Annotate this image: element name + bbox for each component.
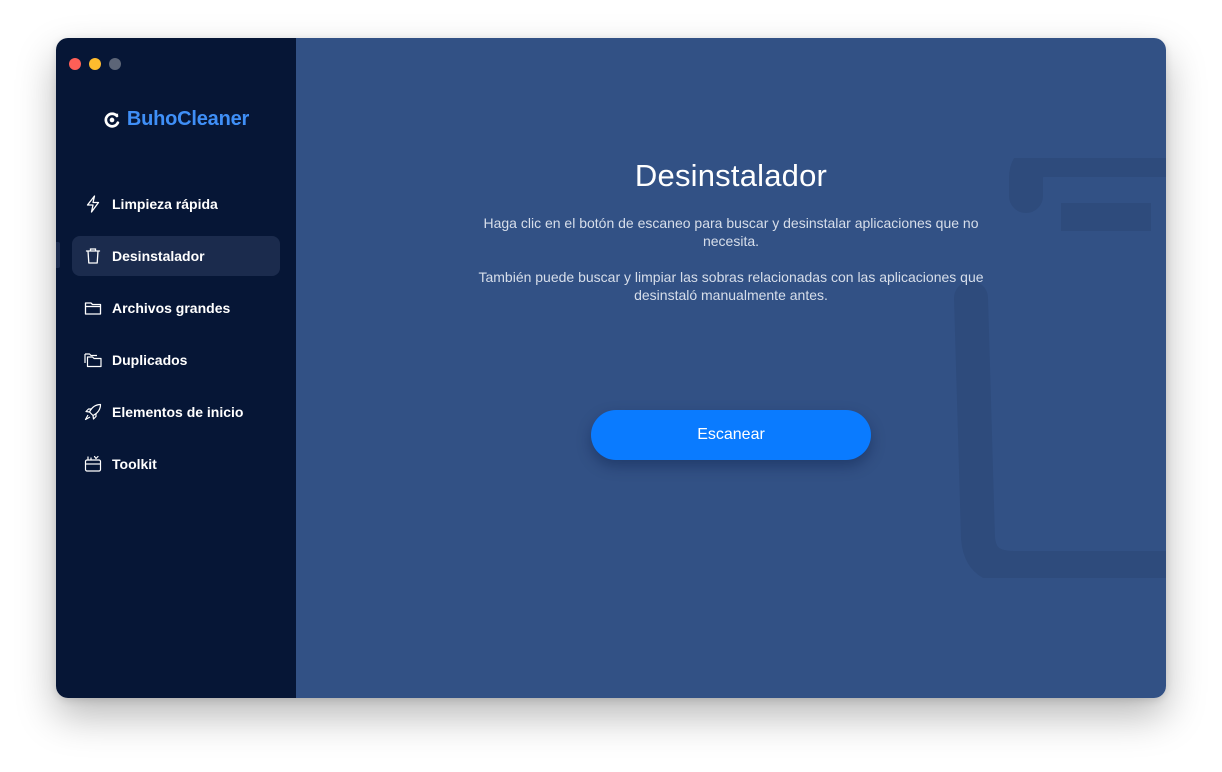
sidebar-item-duplicados[interactable]: Duplicados	[72, 340, 280, 380]
main-panel: Desinstalador Haga clic en el botón de e…	[296, 38, 1166, 698]
app-window: BuhoCleaner Limpieza rápida Desinstalado…	[56, 38, 1166, 698]
rocket-icon	[84, 403, 102, 421]
folder-icon	[84, 299, 102, 317]
app-name: BuhoCleaner	[126, 108, 250, 130]
sidebar-item-limpieza-rapida[interactable]: Limpieza rápida	[72, 184, 280, 224]
sidebar-item-elementos-de-inicio[interactable]: Elementos de inicio	[72, 392, 280, 432]
trash-icon	[84, 247, 102, 265]
uninstaller-intro: Desinstalador Haga clic en el botón de e…	[296, 158, 1166, 322]
sidebar-item-label: Desinstalador	[112, 248, 205, 264]
sidebar-item-label: Archivos grandes	[112, 300, 231, 316]
buho-logo-icon	[104, 111, 120, 128]
description: Haga clic en el botón de escaneo para bu…	[476, 214, 986, 304]
sidebar-item-toolkit[interactable]: Toolkit	[72, 444, 280, 484]
toolkit-icon	[84, 455, 102, 473]
sidebar-item-archivos-grandes[interactable]: Archivos grandes	[72, 288, 280, 328]
close-window-button[interactable]	[69, 58, 81, 70]
active-indicator	[56, 242, 60, 268]
sidebar-item-label: Duplicados	[112, 352, 188, 368]
brand: BuhoCleaner	[56, 108, 296, 131]
lightning-icon	[84, 195, 102, 213]
description-paragraph-1: Haga clic en el botón de escaneo para bu…	[483, 215, 979, 249]
duplicate-folder-icon	[84, 351, 102, 369]
page-title: Desinstalador	[634, 158, 828, 193]
sidebar-nav: Limpieza rápida Desinstalador Archivos g…	[72, 184, 280, 496]
sidebar-item-label: Elementos de inicio	[112, 404, 244, 420]
sidebar: BuhoCleaner Limpieza rápida Desinstalado…	[56, 38, 296, 698]
minimize-window-button[interactable]	[89, 58, 101, 70]
sidebar-item-label: Limpieza rápida	[112, 196, 218, 212]
sidebar-item-desinstalador[interactable]: Desinstalador	[72, 236, 280, 276]
sidebar-item-label: Toolkit	[112, 456, 157, 472]
scan-button[interactable]: Escanear	[591, 410, 871, 460]
zoom-window-button[interactable]	[109, 58, 121, 70]
description-paragraph-2: También puede buscar y limpiar las sobra…	[478, 269, 984, 303]
window-controls	[69, 58, 121, 70]
